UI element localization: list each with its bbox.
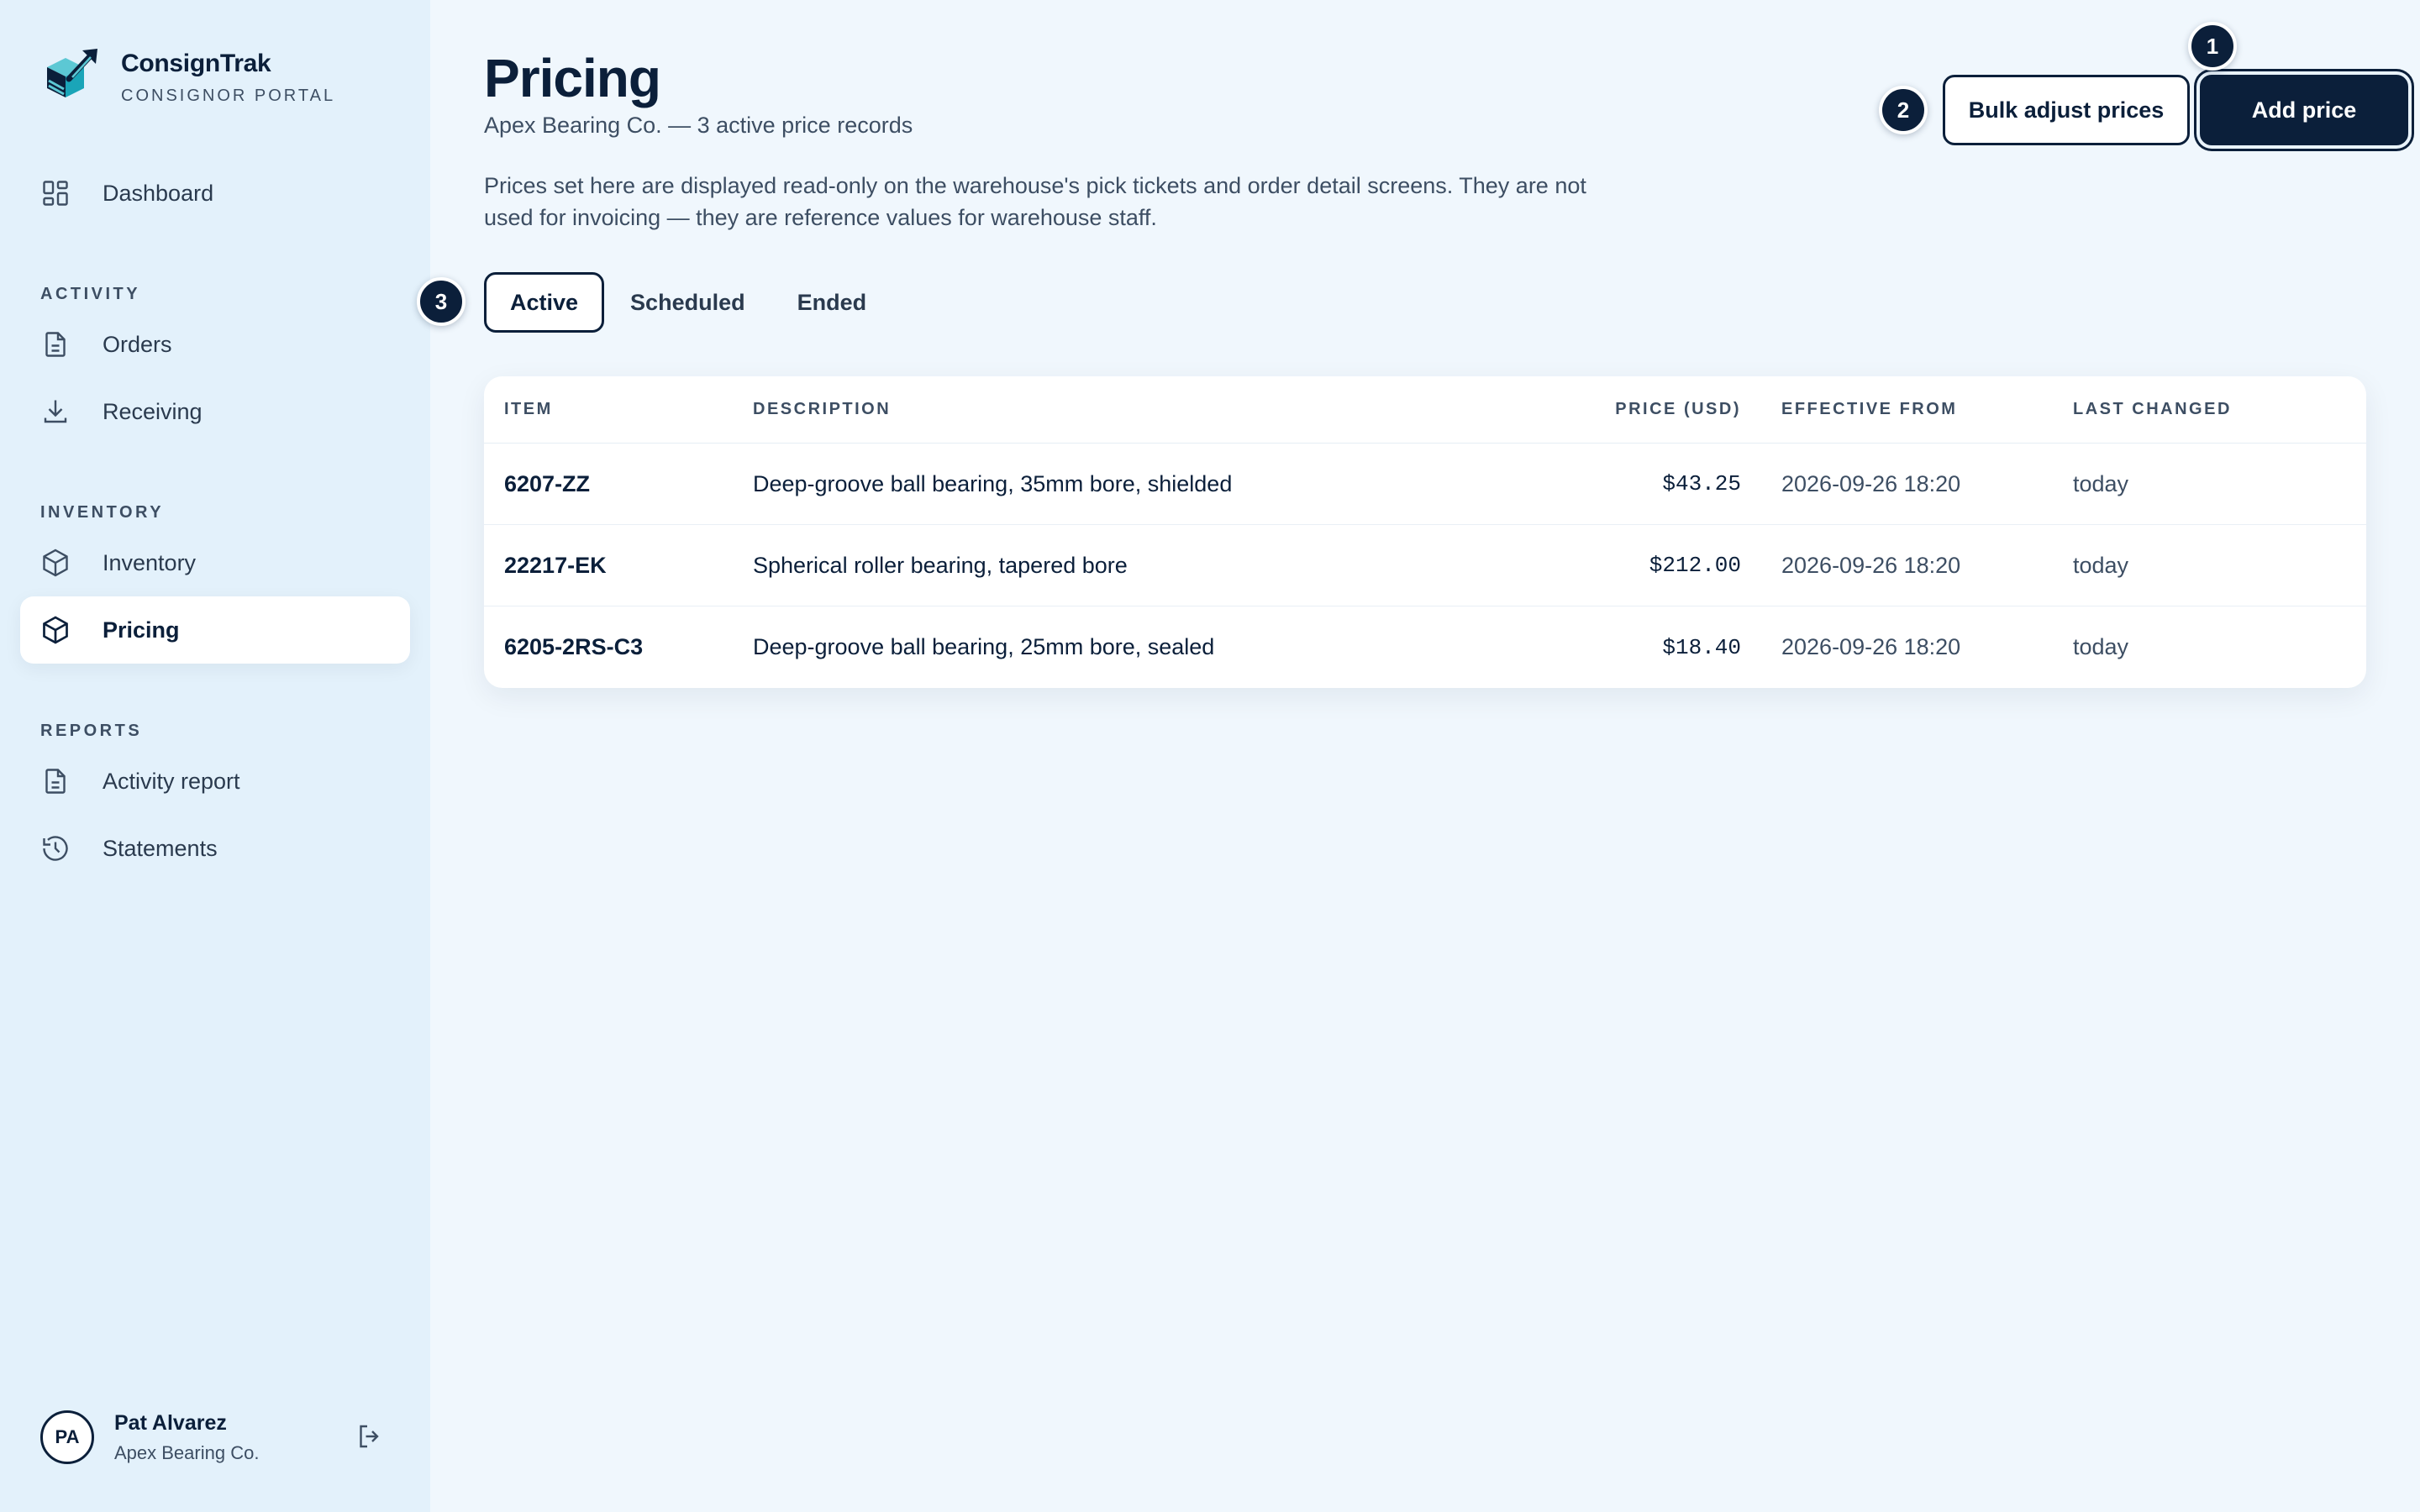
table-row[interactable]: 6205-2RS-C3 Deep-groove ball bearing, 25… <box>484 606 2366 688</box>
status-tabs: 3 Active Scheduled Ended <box>417 272 893 333</box>
sidebar-item-statements[interactable]: Statements <box>20 815 410 882</box>
cell-last-changed: today <box>2073 634 2129 659</box>
sidebar-nav: Dashboard ACTIVITY Orders Receiving INVE <box>20 160 410 882</box>
box-icon <box>40 615 71 645</box>
sidebar: ConsignTrak CONSIGNOR PORTAL Dashboard A… <box>0 0 430 1512</box>
history-icon <box>40 833 71 864</box>
cell-effective-from: 2026-09-26 18:20 <box>1781 470 1961 496</box>
section-heading-reports: REPORTS <box>40 722 143 740</box>
consigntrak-logo-icon <box>47 49 97 97</box>
sidebar-item-label: Pricing <box>103 617 180 643</box>
page-subtitle: Apex Bearing Co. — 3 active price record… <box>484 113 913 138</box>
brand-subtitle: CONSIGNOR PORTAL <box>121 86 336 105</box>
user-name: Pat Alvarez <box>114 1410 227 1435</box>
sidebar-item-label: Statements <box>103 835 218 861</box>
cell-last-changed: today <box>2073 552 2129 578</box>
tab-ended[interactable]: Ended <box>771 272 893 333</box>
cell-effective-from: 2026-09-26 18:20 <box>1781 552 1961 578</box>
cell-item: 6207-ZZ <box>504 470 591 496</box>
column-header-effective-from[interactable]: EFFECTIVE FROM <box>1741 400 2073 419</box>
column-header-price[interactable]: PRICE (USD) <box>1519 400 1741 419</box>
sidebar-item-label: Inventory <box>103 549 197 575</box>
sidebar-item-label: Activity report <box>103 768 240 794</box>
cell-item: 6205-2RS-C3 <box>504 634 644 659</box>
sidebar-item-label: Dashboard <box>103 180 214 206</box>
table-header: ITEM DESCRIPTION PRICE (USD) EFFECTIVE F… <box>484 376 2366 444</box>
section-heading-inventory: INVENTORY <box>40 503 165 522</box>
sidebar-item-pricing[interactable]: Pricing <box>20 596 410 664</box>
step-badge-2: 2 <box>1879 86 1928 134</box>
avatar[interactable]: PA <box>40 1410 94 1464</box>
cell-price: $212.00 <box>1649 553 1741 578</box>
sidebar-item-orders[interactable]: Orders <box>20 311 410 378</box>
sidebar-item-label: Orders <box>103 331 172 357</box>
page-title: Pricing <box>484 48 661 108</box>
box-icon <box>40 548 71 578</box>
user-profile: PA Pat Alvarez Apex Bearing Co. <box>40 1408 385 1467</box>
cell-description: Deep-groove ball bearing, 35mm bore, shi… <box>753 470 1233 496</box>
column-header-description[interactable]: DESCRIPTION <box>753 400 1519 419</box>
add-price-button[interactable]: Add price <box>2200 75 2408 145</box>
step-badge-3: 3 <box>417 277 466 326</box>
sidebar-item-label: Receiving <box>103 398 203 424</box>
table-row[interactable]: 22217-EK Spherical roller bearing, taper… <box>484 525 2366 606</box>
brand-name: ConsignTrak <box>121 49 271 77</box>
dashboard-grid-icon <box>40 178 71 208</box>
cell-last-changed: today <box>2073 470 2129 496</box>
bulk-adjust-prices-button[interactable]: Bulk adjust prices <box>1943 75 2190 145</box>
page-description: Prices set here are displayed read-only … <box>484 173 1586 230</box>
section-heading-activity: ACTIVITY <box>40 285 141 303</box>
cell-price: $43.25 <box>1662 471 1741 496</box>
step-badge-1: 1 <box>2188 22 2237 71</box>
document-icon <box>40 329 71 360</box>
user-org: Apex Bearing Co. <box>114 1441 260 1463</box>
logout-icon[interactable] <box>355 1421 385 1452</box>
price-table: ITEM DESCRIPTION PRICE (USD) EFFECTIVE F… <box>484 376 2366 688</box>
cell-description: Deep-groove ball bearing, 25mm bore, sea… <box>753 634 1215 659</box>
sidebar-item-receiving[interactable]: Receiving <box>20 378 410 445</box>
table-row[interactable]: 6207-ZZ Deep-groove ball bearing, 35mm b… <box>484 444 2366 525</box>
download-icon <box>40 396 71 427</box>
tab-active[interactable]: Active <box>484 272 605 333</box>
main-content: Pricing Apex Bearing Co. — 3 active pric… <box>417 0 2420 1512</box>
column-header-item[interactable]: ITEM <box>484 400 753 419</box>
sidebar-item-dashboard[interactable]: Dashboard <box>20 160 410 227</box>
cell-effective-from: 2026-09-26 18:20 <box>1781 634 1961 659</box>
cell-item: 22217-EK <box>504 552 607 578</box>
sidebar-item-activity-report[interactable]: Activity report <box>20 748 410 815</box>
cell-description: Spherical roller bearing, tapered bore <box>753 552 1128 578</box>
tab-scheduled[interactable]: Scheduled <box>604 272 771 333</box>
brand[interactable]: ConsignTrak CONSIGNOR PORTAL <box>40 47 335 108</box>
cell-price: $18.40 <box>1662 634 1741 660</box>
document-icon <box>40 766 71 796</box>
sidebar-item-inventory[interactable]: Inventory <box>20 529 410 596</box>
column-header-last-changed[interactable]: LAST CHANGED <box>2073 400 2366 419</box>
